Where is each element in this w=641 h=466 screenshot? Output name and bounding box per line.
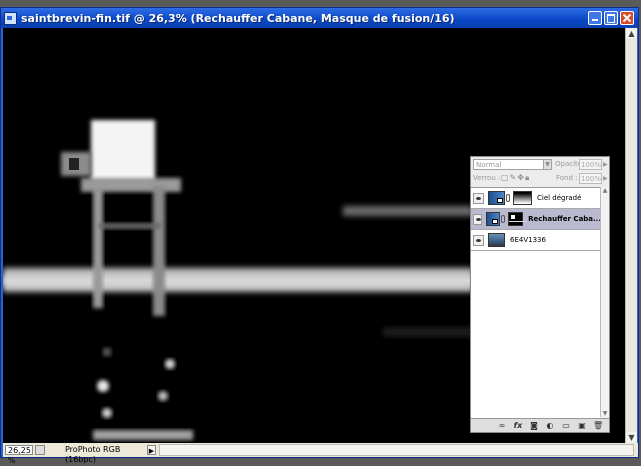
chevron-down-icon[interactable]: ▼ <box>543 159 552 170</box>
close-button[interactable] <box>620 11 634 25</box>
layers-list: Ciel dégradé Rechauffer Caba... 6E4V1336 <box>471 187 601 418</box>
minimize-button[interactable] <box>588 11 602 25</box>
layers-scrollbar[interactable]: ▲ ▼ <box>600 187 609 417</box>
scroll-up-arrow-icon[interactable]: ▲ <box>601 187 609 194</box>
lock-options-icon[interactable]: ▢✎✥🔒︎ <box>501 173 530 183</box>
window-title: saintbrevin-fin.tif @ 26,3% (Rechauffer … <box>21 11 455 25</box>
title-bar[interactable]: saintbrevin-fin.tif @ 26,3% (Rechauffer … <box>1 8 638 28</box>
scroll-down-arrow-icon[interactable]: ▼ <box>626 432 637 443</box>
canvas-horizontal-scrollbar[interactable] <box>159 444 634 456</box>
lock-fill-row: Verrou : ▢✎✥🔒︎ Fond : 100% ▶ <box>473 173 608 185</box>
layer-row[interactable]: Ciel dégradé <box>471 188 601 209</box>
scroll-up-arrow-icon[interactable]: ▲ <box>626 28 637 39</box>
lock-label: Verrou : <box>473 174 501 182</box>
link-layers-icon[interactable]: ∞ <box>497 421 507 430</box>
link-icon <box>506 194 510 202</box>
layers-panel-footer: ∞ fx ◙ ◐ ▭ ▣ 🗑︎ <box>471 418 609 432</box>
layer-thumbnail <box>488 233 505 247</box>
layer-mask-thumbnail[interactable] <box>507 212 526 226</box>
scroll-down-arrow-icon[interactable]: ▼ <box>601 410 609 417</box>
layer-style-icon[interactable]: fx <box>513 421 523 430</box>
link-icon <box>501 215 505 223</box>
layer-row[interactable]: Rechauffer Caba... <box>471 209 601 230</box>
document-info: ProPhoto RGB (16bpc) <box>65 445 121 464</box>
layer-name: 6E4V1336 <box>510 236 546 244</box>
status-bar: 26,25 % ProPhoto RGB (16bpc) ▶ <box>3 443 638 465</box>
canvas-vertical-scrollbar[interactable]: ▲ ▼ <box>625 28 637 443</box>
opacity-arrow-icon[interactable]: ▶ <box>603 161 608 168</box>
zoom-level-field[interactable]: 26,25 % <box>5 445 33 465</box>
layer-name: Rechauffer Caba... <box>528 215 601 223</box>
add-mask-icon[interactable]: ◙ <box>529 421 539 430</box>
status-menu-arrow-icon[interactable]: ▶ <box>147 445 156 455</box>
eye-icon[interactable] <box>473 213 483 225</box>
maximize-button[interactable] <box>604 11 618 25</box>
blend-opacity-row: Normal ▼ Opacité : 100% ▶ <box>473 159 608 171</box>
new-group-icon[interactable]: ▭ <box>561 421 571 430</box>
eye-icon[interactable] <box>473 192 484 204</box>
fill-arrow-icon[interactable]: ▶ <box>603 175 608 182</box>
window-controls <box>588 11 634 25</box>
photoshop-document-icon <box>4 11 17 25</box>
layers-panel: Normal ▼ Opacité : 100% ▶ Verrou : ▢✎✥🔒︎… <box>470 156 610 433</box>
eye-icon[interactable] <box>473 234 484 246</box>
blend-mode-select[interactable]: Normal <box>473 159 545 170</box>
layer-mask-thumbnail[interactable] <box>513 191 532 205</box>
opacity-field[interactable]: 100% <box>579 159 602 170</box>
new-layer-icon[interactable]: ▣ <box>577 421 587 430</box>
layer-row[interactable]: 6E4V1336 <box>471 230 601 251</box>
fill-field[interactable]: 100% <box>579 173 602 184</box>
layer-name: Ciel dégradé <box>537 194 582 202</box>
navigator-icon[interactable] <box>35 445 45 455</box>
adjustment-layer-icon[interactable]: ◐ <box>545 421 555 430</box>
layer-thumbnail <box>488 191 505 205</box>
trash-icon[interactable]: 🗑︎ <box>593 421 603 430</box>
fill-label: Fond : <box>556 174 578 182</box>
layer-thumbnail <box>486 212 501 226</box>
